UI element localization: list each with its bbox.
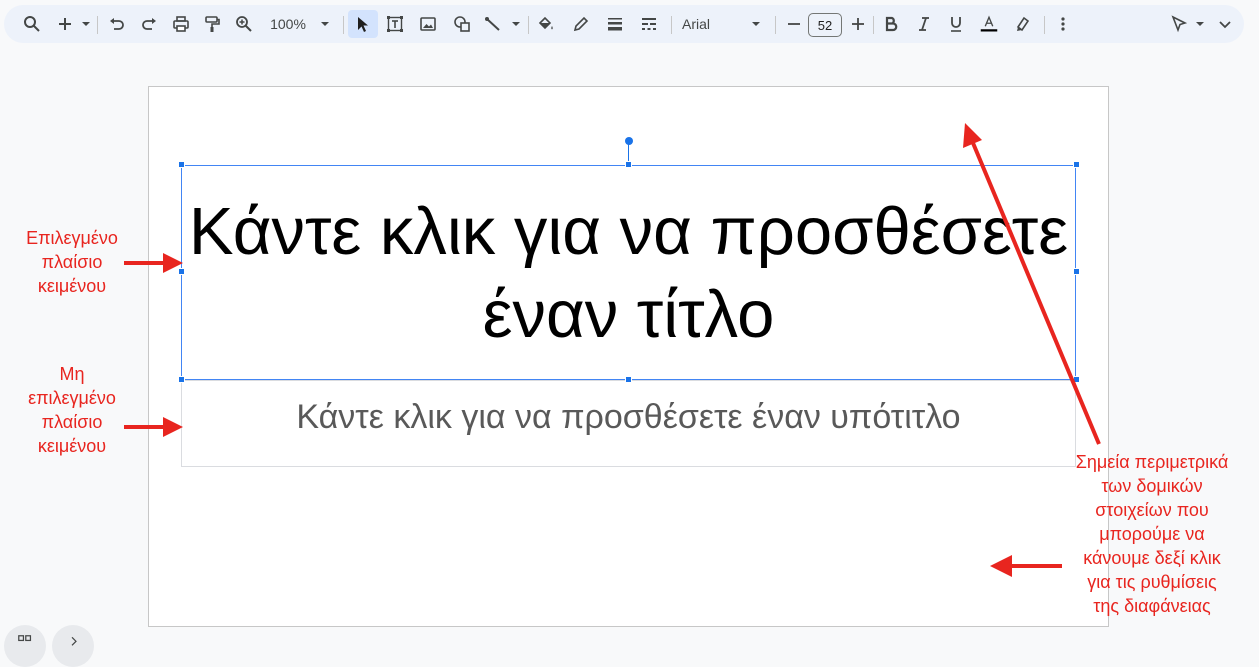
font-size-input[interactable]: 52 <box>808 13 842 37</box>
annotation-line: Επιλεγμένο <box>26 228 118 248</box>
border-weight-icon[interactable] <box>604 5 626 43</box>
image-icon[interactable] <box>417 5 439 43</box>
annotation-slide-points: Σημεία περιμετρικά των δομικών στοιχείων… <box>1052 450 1252 618</box>
new-slide-icon[interactable] <box>54 5 76 43</box>
annotation-line: επιλεγμένο <box>28 388 116 408</box>
filmstrip-toggle-button[interactable] <box>52 625 94 667</box>
annotation-line: της διαφάνειας <box>1093 596 1211 616</box>
more-options-icon[interactable] <box>1054 5 1072 43</box>
undo-icon[interactable] <box>106 5 128 43</box>
resize-handle-top-left[interactable] <box>178 161 185 168</box>
underline-icon[interactable] <box>946 5 966 43</box>
rotation-handle[interactable] <box>625 137 633 145</box>
border-color-icon[interactable] <box>570 5 592 43</box>
print-icon[interactable] <box>170 5 192 43</box>
grid-view-button[interactable] <box>4 625 46 667</box>
annotation-line: πλαίσιο <box>41 252 103 272</box>
collapse-toolbar-icon[interactable] <box>1216 5 1234 43</box>
increase-font-size-icon[interactable] <box>849 5 867 43</box>
separator <box>1044 16 1045 34</box>
annotation-line: κειμένου <box>37 436 107 456</box>
separator <box>343 16 344 34</box>
chevron-right-icon <box>71 636 77 646</box>
redo-icon[interactable] <box>138 5 160 43</box>
resize-handle-top[interactable] <box>625 161 632 168</box>
annotation-line: μπορούμε να <box>1099 524 1205 544</box>
fill-color-icon[interactable] <box>535 5 557 43</box>
zoom-select[interactable]: 100% <box>265 5 311 43</box>
annotation-line: των δομικών <box>1101 476 1203 496</box>
text-color-icon[interactable] <box>977 5 1001 43</box>
annotation-line: κειμένου <box>37 276 107 296</box>
line-tool-icon[interactable] <box>482 5 504 43</box>
separator <box>873 16 874 34</box>
subtitle-text[interactable]: Κάντε κλικ για να προσθέσετε έναν υπότιτ… <box>182 397 1075 437</box>
annotation-selected-textbox: Επιλεγμένο πλαίσιο κειμένου <box>8 226 136 298</box>
resize-handle-bottom-left[interactable] <box>178 376 185 383</box>
separator <box>97 16 98 34</box>
text-box-icon[interactable] <box>384 5 406 43</box>
font-dropdown-icon[interactable] <box>751 5 761 43</box>
resize-handle-top-right[interactable] <box>1073 161 1080 168</box>
highlight-color-icon[interactable] <box>1012 5 1034 43</box>
separator <box>775 16 776 34</box>
separator <box>528 16 529 34</box>
subtitle-placeholder[interactable]: Κάντε κλικ για να προσθέσετε έναν υπότιτ… <box>181 380 1076 467</box>
italic-icon[interactable] <box>914 5 934 43</box>
search-menus-icon[interactable] <box>20 5 44 43</box>
editing-mode-dropdown-icon[interactable] <box>1195 5 1205 43</box>
bold-icon[interactable] <box>881 5 901 43</box>
annotation-line: Σημεία περιμετρικά <box>1075 452 1229 472</box>
annotation-line: για τις ρυθμίσεις <box>1087 572 1217 592</box>
resize-handle-bottom-right[interactable] <box>1073 376 1080 383</box>
zoom-icon[interactable] <box>233 5 255 43</box>
resize-handle-left[interactable] <box>178 268 185 275</box>
separator <box>671 16 672 34</box>
annotation-line: κάνουμε δεξί κλικ <box>1083 548 1221 568</box>
toolbar: 100% Arial 52 <box>4 5 1244 43</box>
line-dropdown-icon[interactable] <box>511 5 521 43</box>
paint-format-icon[interactable] <box>201 5 223 43</box>
font-select[interactable]: Arial <box>682 5 732 43</box>
annotation-line: πλαίσιο <box>41 412 103 432</box>
annotation-line: στοιχείων που <box>1095 500 1209 520</box>
title-placeholder-selected[interactable]: Κάντε κλικ για να προσθέσετε έναν τίτλο <box>181 165 1076 380</box>
editing-mode-icon[interactable] <box>1168 5 1190 43</box>
resize-handle-bottom[interactable] <box>625 376 632 383</box>
border-dash-icon[interactable] <box>638 5 660 43</box>
title-text[interactable]: Κάντε κλικ για να προσθέσετε έναν τίτλο <box>182 190 1075 356</box>
select-tool-icon[interactable] <box>348 10 378 38</box>
annotation-line: Μη <box>59 364 85 384</box>
annotation-unselected-textbox: Μη επιλεγμένο πλαίσιο κειμένου <box>8 362 136 458</box>
new-slide-dropdown-icon[interactable] <box>81 5 91 43</box>
grid-view-icon <box>18 635 32 642</box>
decrease-font-size-icon[interactable] <box>785 5 803 43</box>
zoom-dropdown-icon[interactable] <box>320 5 330 43</box>
resize-handle-right[interactable] <box>1073 268 1080 275</box>
shape-icon[interactable] <box>451 5 473 43</box>
